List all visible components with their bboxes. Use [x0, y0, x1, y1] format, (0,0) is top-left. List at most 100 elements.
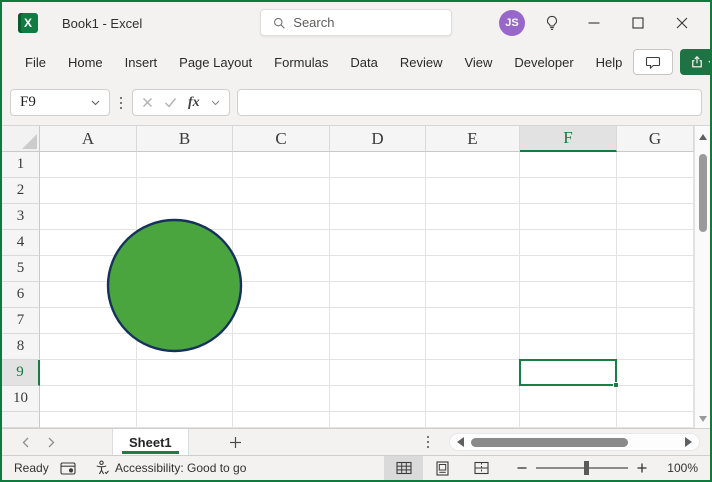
menu-item-formulas[interactable]: Formulas	[263, 50, 339, 75]
cell-D2[interactable]	[330, 178, 426, 204]
cell-D10[interactable]	[330, 386, 426, 412]
sheet-tab-sheet1[interactable]: Sheet1	[112, 429, 189, 455]
cell-D8[interactable]	[330, 334, 426, 360]
cancel-icon[interactable]	[142, 97, 153, 108]
cell-partial[interactable]	[137, 412, 233, 428]
chevron-down-icon[interactable]	[211, 100, 220, 106]
column-header-d[interactable]: D	[330, 126, 426, 152]
search-input[interactable]	[293, 15, 439, 30]
cell-E10[interactable]	[426, 386, 520, 412]
cell-D9[interactable]	[330, 360, 426, 386]
zoom-out-icon[interactable]	[517, 463, 527, 473]
column-header-e[interactable]: E	[426, 126, 520, 152]
menu-item-home[interactable]: Home	[57, 50, 114, 75]
cell-F8[interactable]	[520, 334, 617, 360]
cell-E6[interactable]	[426, 282, 520, 308]
cell-D1[interactable]	[330, 152, 426, 178]
cell-F4[interactable]	[520, 230, 617, 256]
cell-G3[interactable]	[617, 204, 694, 230]
oval-shape[interactable]	[106, 218, 243, 353]
cell-E8[interactable]	[426, 334, 520, 360]
minimize-button[interactable]	[572, 7, 616, 39]
horizontal-scrollbar[interactable]	[449, 433, 700, 451]
row-header-10[interactable]: 10	[2, 386, 40, 412]
cell-F2[interactable]	[520, 178, 617, 204]
row-header-9[interactable]: 9	[2, 360, 40, 386]
cell-G5[interactable]	[617, 256, 694, 282]
cell-E5[interactable]	[426, 256, 520, 282]
cell-F1[interactable]	[520, 152, 617, 178]
cell-G2[interactable]	[617, 178, 694, 204]
cell-partial[interactable]	[233, 412, 330, 428]
cell-partial[interactable]	[330, 412, 426, 428]
row-header-8[interactable]: 8	[2, 334, 40, 360]
cell-G9[interactable]	[617, 360, 694, 386]
search-box[interactable]	[260, 9, 452, 36]
horizontal-scrollbar-thumb[interactable]	[471, 437, 628, 447]
cell-F6[interactable]	[520, 282, 617, 308]
page-layout-view-button[interactable]	[423, 456, 462, 480]
row-header-3[interactable]: 3	[2, 204, 40, 230]
scroll-down-arrow-icon[interactable]	[699, 416, 707, 422]
column-header-a[interactable]: A	[40, 126, 137, 152]
cell-E9[interactable]	[426, 360, 520, 386]
cell-C1[interactable]	[233, 152, 330, 178]
share-button[interactable]	[680, 49, 710, 75]
cell-E2[interactable]	[426, 178, 520, 204]
account-button[interactable]: JS	[492, 7, 532, 39]
cell-E3[interactable]	[426, 204, 520, 230]
new-sheet-button[interactable]	[221, 429, 251, 455]
cell-D4[interactable]	[330, 230, 426, 256]
cell-partial[interactable]	[426, 412, 520, 428]
column-header-f[interactable]: F	[520, 126, 617, 152]
zoom-in-icon[interactable]	[637, 463, 647, 473]
select-all-button[interactable]	[2, 126, 40, 152]
menu-item-developer[interactable]: Developer	[503, 50, 584, 75]
cell-E4[interactable]	[426, 230, 520, 256]
menu-item-page-layout[interactable]: Page Layout	[168, 50, 263, 75]
cell-G10[interactable]	[617, 386, 694, 412]
cell-E1[interactable]	[426, 152, 520, 178]
column-header-b[interactable]: B	[137, 126, 233, 152]
cell-D7[interactable]	[330, 308, 426, 334]
cell-C9[interactable]	[233, 360, 330, 386]
name-box-resizer[interactable]	[117, 96, 125, 110]
cell-D6[interactable]	[330, 282, 426, 308]
cell-partial[interactable]	[40, 412, 137, 428]
row-header-2[interactable]: 2	[2, 178, 40, 204]
cell-A10[interactable]	[40, 386, 137, 412]
zoom-level[interactable]: 100%	[656, 461, 698, 475]
row-header-6[interactable]: 6	[2, 282, 40, 308]
cell-C4[interactable]	[233, 230, 330, 256]
column-header-g[interactable]: G	[617, 126, 694, 152]
cell-B1[interactable]	[137, 152, 233, 178]
cell-partial[interactable]	[617, 412, 694, 428]
cell-G6[interactable]	[617, 282, 694, 308]
enter-check-icon[interactable]	[164, 97, 177, 108]
row-header-partial[interactable]	[2, 412, 40, 428]
row-header-1[interactable]: 1	[2, 152, 40, 178]
row-header-5[interactable]: 5	[2, 256, 40, 282]
zoom-slider-thumb[interactable]	[583, 461, 589, 475]
cell-G8[interactable]	[617, 334, 694, 360]
menu-item-help[interactable]: Help	[585, 50, 634, 75]
cell-E7[interactable]	[426, 308, 520, 334]
cell-F3[interactable]	[520, 204, 617, 230]
cell-A1[interactable]	[40, 152, 137, 178]
comments-button[interactable]	[633, 49, 674, 75]
cell-A9[interactable]	[40, 360, 137, 386]
tabbar-resizer[interactable]	[426, 429, 430, 455]
zoom-slider[interactable]	[536, 461, 628, 475]
cell-C6[interactable]	[233, 282, 330, 308]
next-sheet-button[interactable]	[38, 429, 64, 455]
cell-C10[interactable]	[233, 386, 330, 412]
scroll-left-arrow-icon[interactable]	[457, 437, 464, 447]
cell-C7[interactable]	[233, 308, 330, 334]
row-header-4[interactable]: 4	[2, 230, 40, 256]
accessibility-button[interactable]: Accessibility: Good to go	[94, 460, 246, 476]
menu-item-review[interactable]: Review	[389, 50, 454, 75]
scroll-right-arrow-icon[interactable]	[685, 437, 692, 447]
chevron-down-icon[interactable]	[91, 100, 100, 106]
cell-G4[interactable]	[617, 230, 694, 256]
menu-item-insert[interactable]: Insert	[114, 50, 169, 75]
